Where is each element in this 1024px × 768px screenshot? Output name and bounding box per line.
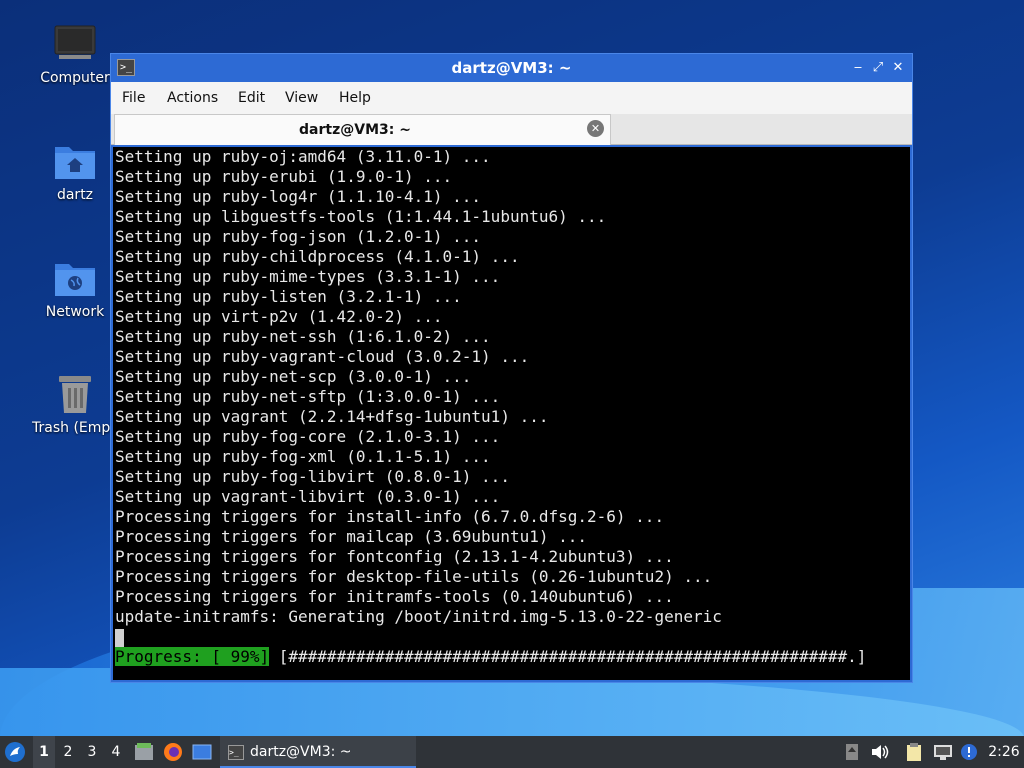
terminal-cursor-line [115,627,910,647]
desktop-icon-label: Computer [40,70,110,86]
terminal-line: update-initramfs: Generating /boot/initr… [115,607,722,626]
progress-line: Progress: [ 99%] [######################… [115,647,910,667]
lubuntu-logo-icon [5,742,25,762]
desktop-icon-label: Network [45,304,105,320]
clock[interactable]: 2:26 [988,736,1020,768]
taskbar: 1 2 3 4 >_ dartz@VM3: ~ 2:26 [0,736,1024,768]
volume-icon [872,745,889,759]
desktop-icon-computer[interactable]: Computer [27,22,123,86]
terminal-line: Setting up libguestfs-tools (1:1.44.1-1u… [115,207,607,226]
menu-bar: File Actions Edit View Help [111,82,912,114]
terminal-line: Setting up ruby-fog-xml (0.1.1-5.1) ... [115,447,491,466]
tray-notifications[interactable] [960,736,982,768]
terminal-line: Processing triggers for initramfs-tools … [115,587,674,606]
task-label: dartz@VM3: ~ [250,744,352,760]
notification-icon [961,744,977,760]
terminal-task-icon: >_ [228,744,244,760]
menu-file[interactable]: File [122,90,145,106]
terminal-line: Processing triggers for desktop-file-uti… [115,567,713,586]
terminal-cursor [115,628,124,647]
file-manager-icon [135,743,153,760]
clipboard-icon [907,743,921,761]
tray-volume[interactable] [871,736,891,768]
progress-bar: [#######################################… [278,647,867,666]
desktop-icon [192,744,212,760]
menu-actions[interactable]: Actions [167,90,218,106]
menu-edit[interactable]: Edit [238,90,265,106]
tab-label: dartz@VM3: ~ [299,122,411,138]
trash-icon [59,376,91,413]
menu-help[interactable]: Help [339,90,371,106]
terminal-line: Setting up ruby-fog-libvirt (0.8.0-1) ..… [115,467,510,486]
terminal-line: Setting up ruby-net-ssh (1:6.1.0-2) ... [115,327,491,346]
network-icon [934,745,952,760]
terminal-line: Setting up ruby-vagrant-cloud (3.0.2-1) … [115,347,530,366]
desktop-icon-network[interactable]: Network [27,256,123,320]
terminal-line: Setting up ruby-log4r (1.1.10-4.1) ... [115,187,482,206]
file-manager-launcher[interactable] [134,736,156,768]
workspace-2[interactable]: 2 [57,736,79,768]
tray-clipboard[interactable] [906,736,926,768]
minimize-button[interactable]: ‒ [849,58,867,78]
progress-label: Progress: [ 99%] [115,647,270,666]
tab-terminal[interactable]: dartz@VM3: ~ ✕ [114,114,611,145]
computer-icon [54,25,96,59]
tray-updates[interactable] [845,736,861,768]
terminal-line: Processing triggers for fontconfig (2.13… [115,547,674,566]
window-title: dartz@VM3: ~ [451,59,572,77]
terminal-line: Setting up ruby-fog-core (2.1.0-3.1) ... [115,427,501,446]
close-button[interactable]: ✕ [889,58,907,78]
terminal-line: Setting up vagrant-libvirt (0.3.0-1) ... [115,487,501,506]
terminal-line: Setting up ruby-net-scp (3.0.0-1) ... [115,367,472,386]
desktop-icon-home[interactable]: dartz [27,139,123,203]
desktop-icon-label: dartz [56,187,94,203]
workspace-3[interactable]: 3 [81,736,103,768]
desktop-icon-label: Trash (Empty) [32,420,118,436]
home-folder-icon [55,147,95,179]
terminal-line: Setting up ruby-oj:amd64 (3.11.0-1) ... [115,147,491,166]
workspace-4[interactable]: 4 [105,736,127,768]
terminal-line: Processing triggers for install-info (6.… [115,507,665,526]
tray-network[interactable] [933,736,955,768]
desktop-icon-trash[interactable]: Trash (Empty) [27,372,123,436]
update-notifier-icon [846,744,858,760]
terminal-line: Setting up vagrant (2.2.14+dfsg-1ubuntu1… [115,407,549,426]
maximize-button[interactable]: ⤢ [869,58,887,78]
firefox-launcher[interactable] [163,736,185,768]
terminal-line: Setting up ruby-mime-types (3.3.1-1) ... [115,267,501,286]
terminal-line: Setting up ruby-fog-json (1.2.0-1) ... [115,227,482,246]
tab-bar: dartz@VM3: ~ ✕ [111,114,912,145]
terminal-window: >_ dartz@VM3: ~ ‒ ⤢ ✕ File Actions Edit … [110,53,913,683]
tab-close-icon[interactable]: ✕ [587,120,604,137]
terminal-line: Processing triggers for mailcap (3.69ubu… [115,527,588,546]
terminal-line: Setting up ruby-listen (3.2.1-1) ... [115,287,462,306]
taskbar-terminal-task[interactable]: >_ dartz@VM3: ~ [220,736,416,768]
firefox-icon [164,743,182,761]
terminal-line: Setting up ruby-childprocess (4.1.0-1) .… [115,247,520,266]
menu-view[interactable]: View [285,90,318,106]
terminal-line: Setting up ruby-erubi (1.9.0-1) ... [115,167,453,186]
terminal-line: Setting up virt-p2v (1.42.0-2) ... [115,307,443,326]
show-desktop-button[interactable] [192,736,214,768]
network-folder-icon [55,264,95,296]
workspace-1[interactable]: 1 [33,736,55,768]
terminal-output[interactable]: Setting up ruby-oj:amd64 (3.11.0-1) ... S… [113,147,910,680]
window-titlebar[interactable]: >_ dartz@VM3: ~ ‒ ⤢ ✕ [111,54,912,82]
progress-spacer [269,647,279,666]
start-menu-button[interactable] [4,736,28,768]
terminal-line: Setting up ruby-net-sftp (1:3.0.0-1) ... [115,387,501,406]
